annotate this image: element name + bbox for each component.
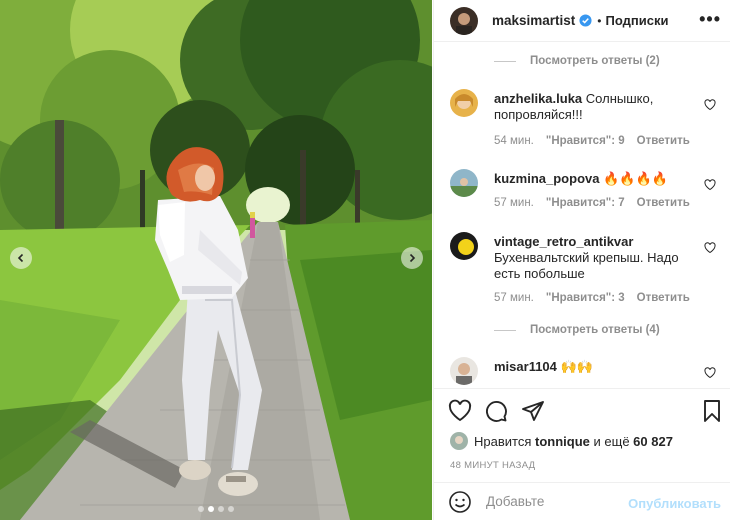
following-button[interactable]: Подписки xyxy=(606,13,669,28)
liker-avatar-image xyxy=(450,432,468,450)
emoji-smiley-icon[interactable] xyxy=(448,490,472,514)
liked-by-username[interactable]: tonnique xyxy=(535,434,590,449)
comment-item: misar1104 🙌🙌 xyxy=(450,357,720,388)
carousel-prev-button[interactable] xyxy=(10,247,32,269)
reply-button[interactable]: Ответить xyxy=(637,197,690,209)
commenter-avatar[interactable] xyxy=(450,357,478,385)
comment-meta: 57 мин. "Нравится": 3 Ответить xyxy=(494,292,690,304)
comment-text: Бухенвальтский крепыш. Надо есть побольш… xyxy=(494,250,679,281)
commenter-avatar[interactable] xyxy=(450,232,478,260)
commenter-avatar-image xyxy=(450,89,478,117)
view-replies-line xyxy=(494,60,516,62)
comment-username[interactable]: kuzmina_popova xyxy=(494,171,599,186)
view-replies-label: Посмотреть ответы (4) xyxy=(530,324,660,336)
comment-item: anzhelika.luka Солнышко, попровляйся!!! … xyxy=(450,89,720,159)
comment-input[interactable] xyxy=(486,494,626,509)
comment-bubble-icon[interactable] xyxy=(484,399,508,423)
commenter-avatar-image xyxy=(450,169,478,197)
comment-body: kuzmina_popova 🔥🔥🔥🔥 xyxy=(494,171,694,187)
comment-text: 🔥🔥🔥🔥 xyxy=(603,171,668,186)
carousel-dot xyxy=(228,506,234,512)
comment-like-icon[interactable] xyxy=(704,367,716,379)
likes-suffix: и ещё xyxy=(593,433,630,449)
comment-username[interactable]: anzhelika.luka xyxy=(494,91,582,106)
view-replies-label: Посмотреть ответы (2) xyxy=(530,55,660,67)
commenter-avatar-image xyxy=(450,357,478,385)
post-side-panel: maksimartist • Подписки ••• Посмотреть о… xyxy=(433,0,730,520)
comments-list: Посмотреть ответы (2) anzhelika.luka Сол… xyxy=(434,43,730,388)
chevron-left-icon xyxy=(17,253,24,263)
post-photo[interactable] xyxy=(0,0,432,520)
comment-body: misar1104 🙌🙌 xyxy=(494,359,694,375)
carousel-dot xyxy=(198,506,204,512)
view-replies-button[interactable]: Посмотреть ответы (4) xyxy=(494,324,660,336)
carousel-dots xyxy=(0,506,432,512)
carousel-next-button[interactable] xyxy=(401,247,423,269)
commenter-avatar[interactable] xyxy=(450,169,478,197)
carousel-dot xyxy=(218,506,224,512)
more-options-icon[interactable]: ••• xyxy=(699,10,721,28)
likes-prefix: Нравится xyxy=(474,433,532,449)
comment-likes[interactable]: "Нравится": 9 xyxy=(546,135,625,147)
comment-likes[interactable]: "Нравится": 3 xyxy=(546,292,625,304)
comment-like-icon[interactable] xyxy=(704,179,716,191)
author-username[interactable]: maksimartist xyxy=(492,13,575,28)
comment-text: 🙌🙌 xyxy=(560,359,593,374)
comment-item: kuzmina_popova 🔥🔥🔥🔥 57 мин. "Нравится": … xyxy=(450,169,720,219)
comment-like-icon[interactable] xyxy=(704,99,716,111)
author-avatar[interactable] xyxy=(450,6,478,35)
comment-item: vintage_retro_antikvar Бухенвальтский кр… xyxy=(450,232,720,312)
comment-meta: 54 мин. "Нравится": 9 Ответить xyxy=(494,135,690,147)
park-photo-image xyxy=(0,0,432,520)
comment-username[interactable]: vintage_retro_antikvar xyxy=(494,234,633,249)
likes-summary: Нравится tonnique и ещё 60 827 xyxy=(450,432,673,450)
publish-button[interactable]: Опубликовать xyxy=(628,496,721,511)
bookmark-icon[interactable] xyxy=(700,399,724,423)
post-actions: Нравится tonnique и ещё 60 827 48 МИНУТ … xyxy=(434,388,730,471)
view-replies-button[interactable]: Посмотреть ответы (2) xyxy=(494,55,660,67)
share-send-icon[interactable] xyxy=(521,399,545,423)
likes-count[interactable]: 60 827 xyxy=(633,434,673,449)
comment-time[interactable]: 54 мин. xyxy=(494,135,534,147)
comment-like-icon[interactable] xyxy=(704,242,716,254)
liker-avatar[interactable] xyxy=(450,432,468,450)
comment-likes[interactable]: "Нравится": 7 xyxy=(546,197,625,209)
post-timestamp[interactable]: 48 МИНУТ НАЗАД xyxy=(450,460,535,471)
commenter-avatar-image xyxy=(450,232,478,260)
comment-time[interactable]: 57 мин. xyxy=(494,292,534,304)
reply-button[interactable]: Ответить xyxy=(637,292,690,304)
comment-time[interactable]: 57 мин. xyxy=(494,197,534,209)
like-heart-icon[interactable] xyxy=(448,399,472,423)
author-avatar-image xyxy=(450,6,478,35)
comment-username[interactable]: misar1104 xyxy=(494,359,557,374)
carousel-dot-active xyxy=(208,506,214,512)
comment-body: anzhelika.luka Солнышко, попровляйся!!! xyxy=(494,91,694,123)
chevron-right-icon xyxy=(409,253,416,263)
reply-button[interactable]: Ответить xyxy=(637,135,690,147)
add-comment-form: Опубликовать xyxy=(434,482,730,520)
verified-badge-icon xyxy=(579,14,592,27)
comment-body: vintage_retro_antikvar Бухенвальтский кр… xyxy=(494,234,694,282)
view-replies-line xyxy=(494,329,516,331)
header-separator: • xyxy=(597,13,602,28)
comment-meta: 57 мин. "Нравится": 7 Ответить xyxy=(494,197,690,209)
post-header: maksimartist • Подписки ••• xyxy=(434,0,730,42)
commenter-avatar[interactable] xyxy=(450,89,478,117)
